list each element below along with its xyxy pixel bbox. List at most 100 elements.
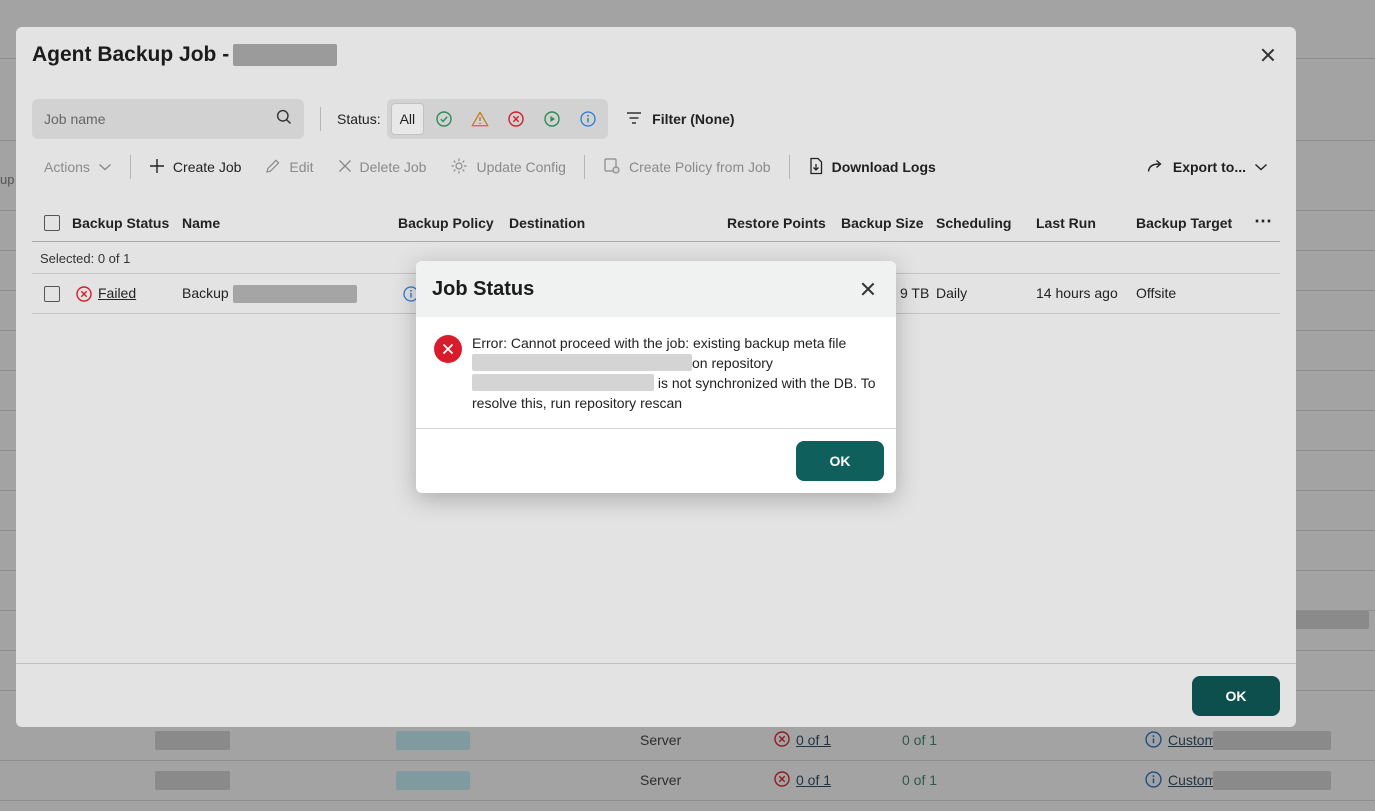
status-label: Status: (337, 111, 381, 127)
row-backup-size: 9 TB (900, 285, 930, 301)
more-columns-icon[interactable]: ⋯ (1254, 211, 1273, 232)
status-failed-link[interactable]: Failed (98, 285, 136, 301)
error-message-part2: on repository (692, 355, 773, 371)
error-icon (434, 335, 462, 363)
info-icon[interactable] (572, 103, 604, 135)
warning-icon[interactable] (464, 103, 496, 135)
success-icon[interactable] (428, 103, 460, 135)
plus-icon (149, 158, 165, 177)
status-all-button[interactable]: All (390, 103, 425, 135)
redacted-block (233, 44, 338, 66)
ok-button[interactable]: OK (1192, 676, 1280, 716)
bg-restore-points-link[interactable]: 0 of 1 (796, 732, 831, 748)
running-icon[interactable] (536, 103, 568, 135)
bg-copies: 0 of 1 (902, 772, 938, 788)
close-icon[interactable] (858, 279, 878, 299)
col-backup-target[interactable]: Backup Target (1136, 215, 1232, 231)
redacted-block (232, 285, 357, 304)
bg-copies: 0 of 1 (902, 732, 938, 748)
info-icon (1145, 731, 1162, 751)
redacted-block (155, 731, 230, 750)
close-icon[interactable] (1258, 45, 1278, 65)
col-backup-policy[interactable]: Backup Policy (398, 215, 494, 231)
col-name[interactable]: Name (182, 215, 220, 231)
bg-restore-points-link[interactable]: 0 of 1 (796, 772, 831, 788)
modal-ok-button[interactable]: OK (796, 441, 884, 481)
divider (320, 107, 321, 131)
col-scheduling[interactable]: Scheduling (936, 215, 1011, 231)
row-scheduling: Daily (936, 285, 968, 301)
edit-button[interactable]: Edit (253, 151, 325, 183)
row-last-run: 14 hours ago (1036, 285, 1118, 301)
col-restore-points[interactable]: Restore Points (727, 215, 826, 231)
col-backup-size[interactable]: Backup Size (841, 215, 923, 231)
chevron-down-icon (1254, 159, 1268, 175)
create-policy-from-job-button[interactable]: Create Policy from Job (591, 151, 783, 183)
export-label: Export to... (1172, 159, 1246, 175)
redacted-block (1213, 731, 1331, 750)
status-filter-group: All (386, 99, 609, 139)
col-backup-status[interactable]: Backup Status (72, 215, 169, 231)
modal-title: Job Status (432, 277, 535, 300)
divider (788, 155, 790, 179)
redacted-block (472, 354, 692, 371)
error-message-part1: Error: Cannot proceed with the job: exis… (472, 335, 847, 351)
policy-icon (603, 157, 621, 178)
toolbar: Actions Create Job Edit Delete Job Updat… (32, 151, 1280, 183)
filter-button[interactable]: Filter (None) (626, 111, 735, 128)
create-job-label: Create Job (172, 159, 242, 175)
col-last-run[interactable]: Last Run (1036, 215, 1096, 231)
search-box (32, 99, 304, 139)
pencil-icon (265, 158, 281, 177)
bg-table-row: Server 0 of 1 0 of 1 Custom (0, 760, 1375, 800)
bg-policy-link[interactable]: Custom (1168, 772, 1216, 788)
delete-job-label: Delete Job (359, 159, 427, 175)
error-icon (76, 286, 92, 305)
filter-label: Filter (None) (652, 111, 735, 127)
search-icon[interactable] (276, 109, 292, 130)
gear-refresh-icon (450, 157, 468, 178)
download-logs-label: Download Logs (831, 159, 936, 175)
create-policy-label: Create Policy from Job (628, 159, 771, 175)
select-all-checkbox[interactable] (44, 215, 60, 231)
job-name-search-input[interactable] (44, 111, 244, 127)
dialog-header: Agent Backup Job - (16, 27, 1296, 83)
bg-divider (0, 800, 1375, 801)
row-checkbox[interactable] (44, 286, 60, 302)
error-icon[interactable] (500, 103, 532, 135)
filter-icon (626, 111, 642, 128)
download-logs-button[interactable]: Download Logs (796, 151, 948, 183)
modal-header: Job Status (416, 261, 896, 317)
error-icon (774, 731, 790, 750)
error-message: Error: Cannot proceed with the job: exis… (472, 333, 880, 413)
delete-job-button[interactable]: Delete Job (326, 151, 439, 183)
redacted-block (396, 731, 470, 750)
update-config-button[interactable]: Update Config (438, 151, 578, 183)
actions-label: Actions (44, 159, 90, 175)
divider (583, 155, 585, 179)
export-arrow-icon (1147, 159, 1165, 176)
redacted-block (472, 374, 654, 391)
info-icon (1145, 771, 1162, 791)
dialog-footer: OK (16, 663, 1296, 727)
filter-bar: Status: All Filter (None) (32, 99, 1280, 139)
edit-label: Edit (289, 159, 314, 175)
redacted-block (1213, 771, 1331, 790)
create-job-button[interactable]: Create Job (137, 151, 253, 183)
row-backup-target: Offsite (1136, 285, 1177, 301)
redacted-block (1293, 611, 1369, 629)
dialog-title: Agent Backup Job - (32, 43, 230, 66)
download-logs-icon (808, 157, 824, 178)
x-icon (338, 159, 352, 176)
table-header: Backup Status Name Backup Policy Destina… (32, 205, 1280, 242)
col-destination[interactable]: Destination (509, 215, 585, 231)
export-dropdown[interactable]: Export to... (1135, 151, 1280, 183)
actions-dropdown[interactable]: Actions (32, 151, 124, 183)
job-status-modal: Job Status Error: Cannot proceed with th… (416, 261, 896, 493)
bg-side-text: up (0, 172, 15, 187)
update-config-label: Update Config (476, 159, 566, 175)
row-name: Backup (182, 285, 357, 304)
bg-row-type: Server (640, 732, 682, 748)
error-icon (774, 771, 790, 790)
bg-policy-link[interactable]: Custom (1168, 732, 1216, 748)
